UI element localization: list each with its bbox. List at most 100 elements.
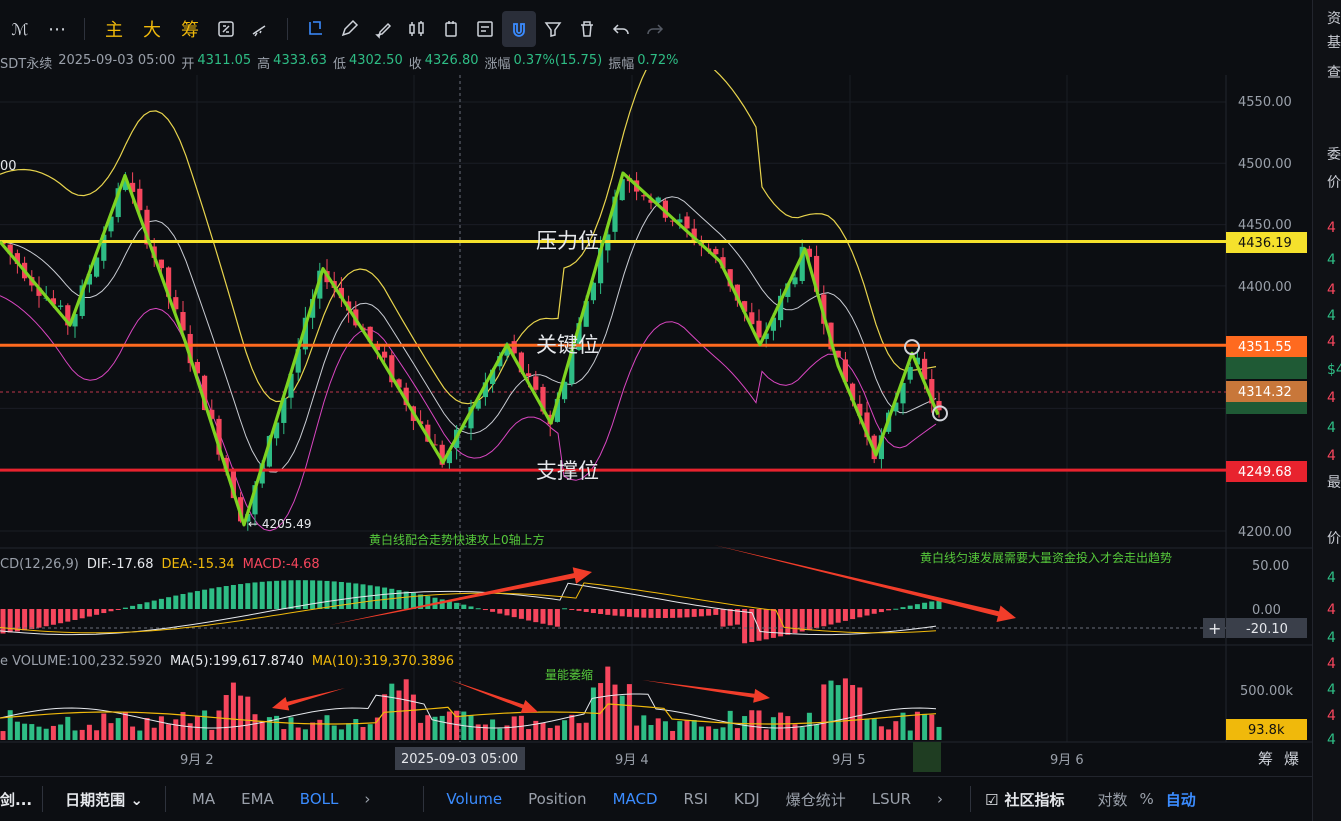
macd-bar — [533, 609, 539, 623]
price-tick: 4200.00 — [1238, 525, 1292, 540]
macd-bar — [821, 609, 827, 627]
volume-bar — [252, 714, 258, 740]
chip-button[interactable]: 筹 — [171, 11, 209, 47]
undo-icon[interactable] — [604, 11, 638, 47]
volume-tab[interactable]: Volume — [424, 790, 515, 808]
magnet-icon[interactable] — [502, 11, 536, 47]
trash-icon[interactable] — [570, 11, 604, 47]
lsur-tab[interactable]: LSUR — [859, 790, 924, 808]
bracket-icon[interactable] — [434, 11, 468, 47]
filter-icon[interactable] — [536, 11, 570, 47]
volume-bar — [605, 666, 611, 740]
liquidation-icon[interactable]: 爆 — [1284, 750, 1299, 768]
volume-bar — [346, 723, 352, 740]
chip-icon[interactable]: 筹 — [1258, 750, 1273, 768]
volume-bar — [360, 726, 366, 740]
volume-bar — [65, 716, 71, 740]
volume-bar — [245, 696, 251, 740]
volume-bar — [518, 715, 524, 740]
macd-bar — [742, 609, 748, 644]
macd-bar — [914, 604, 920, 609]
macd-bar — [72, 609, 78, 620]
volume-bar — [576, 723, 582, 740]
volume-bar — [821, 684, 827, 740]
community-indicators-button[interactable]: ☑ 社区指标 — [971, 789, 1077, 810]
macd-bar — [194, 591, 200, 609]
auto-scale-toggle[interactable]: 自动 — [1160, 789, 1202, 810]
macd-bar — [864, 609, 870, 616]
redo-icon[interactable] — [638, 11, 672, 47]
volume-bar — [655, 718, 661, 740]
price-tick: 4450.00 — [1238, 218, 1292, 233]
macd-bar — [648, 609, 654, 618]
ema-tab[interactable]: EMA — [228, 790, 287, 808]
more-button[interactable]: ⋯ — [40, 11, 74, 47]
select-tool-icon[interactable] — [298, 11, 332, 47]
volume-bar — [670, 730, 676, 740]
candles-icon[interactable] — [400, 11, 434, 47]
macd-bar — [720, 609, 726, 627]
sidebar-item: 价 — [1327, 531, 1341, 547]
boll-tab[interactable]: BOLL — [287, 790, 352, 808]
price-chart[interactable]: 00 压力位 关键位 支撑位 ← 4205.49 黄白线配合走势快速攻上0轴上方… — [0, 70, 1312, 775]
liquidation-tab[interactable]: 爆仓统计 — [773, 789, 859, 810]
volume-bar — [936, 726, 942, 740]
volume-bar — [482, 724, 488, 740]
macd-bar — [454, 602, 460, 609]
macd-bar — [216, 587, 222, 609]
macd-bar — [490, 609, 496, 612]
volume-bar — [842, 678, 848, 740]
volume-bar — [43, 728, 49, 740]
volume-bar — [662, 721, 668, 740]
macd-bar — [50, 609, 56, 625]
sidebar-item: 4 — [1327, 732, 1336, 748]
volume-bar — [619, 695, 625, 740]
volume-bar — [144, 717, 150, 740]
main-force-button[interactable]: 主 — [95, 11, 133, 47]
plus-icon[interactable]: + — [1208, 619, 1221, 638]
volume-bar — [295, 727, 301, 740]
volume-bar — [742, 716, 748, 740]
top-toolbar: ℳ ⋯ 主 大 筹 — [0, 0, 1312, 58]
sidebar-item: 4 — [1327, 708, 1336, 724]
percent-scale-toggle[interactable]: % — [1134, 790, 1160, 808]
toolbar-divider — [287, 18, 288, 40]
time-range-left[interactable]: 剑... — [0, 789, 42, 810]
date-range-button[interactable]: 日期范围 ⌄ — [43, 789, 165, 810]
pencil-icon[interactable] — [332, 11, 366, 47]
chevron-right-icon[interactable]: › — [351, 790, 383, 808]
time-highlight — [913, 742, 941, 772]
volume-bar — [403, 679, 409, 740]
fx-indicator-button[interactable]: ℳ — [0, 11, 40, 47]
macd-bar — [346, 582, 352, 609]
lower-price-band — [1226, 402, 1307, 414]
sidebar-item: 价 — [1327, 175, 1341, 191]
volume-bar — [562, 720, 568, 740]
volume-bar — [720, 727, 726, 740]
volume-bar — [540, 722, 546, 740]
note-icon[interactable] — [468, 11, 502, 47]
ruler-icon[interactable] — [243, 11, 277, 47]
replace-icon[interactable] — [209, 11, 243, 47]
volume-bar — [770, 717, 776, 740]
volume-ma10-line — [0, 703, 937, 725]
volume-bar — [202, 710, 208, 740]
macd-bar — [187, 592, 193, 609]
candle-body — [58, 305, 64, 307]
position-tab[interactable]: Position — [515, 790, 599, 808]
macd-tab[interactable]: MACD — [600, 790, 671, 808]
volume-price-band — [1226, 357, 1307, 379]
rsi-tab[interactable]: RSI — [671, 790, 721, 808]
big-order-button[interactable]: 大 — [133, 11, 171, 47]
volume-bar — [22, 723, 28, 740]
chevron-right-icon[interactable]: › — [924, 790, 956, 808]
volume-bar — [850, 685, 856, 740]
brush-icon[interactable] — [366, 11, 400, 47]
kdj-tab[interactable]: KDJ — [721, 790, 773, 808]
sidebar-item: 最 — [1327, 475, 1341, 491]
ma-tab[interactable]: MA — [166, 790, 228, 808]
volume-bar — [828, 680, 834, 740]
toolbar-divider — [84, 18, 85, 40]
macd-bar — [324, 580, 330, 609]
log-scale-toggle[interactable]: 对数 — [1077, 789, 1133, 810]
